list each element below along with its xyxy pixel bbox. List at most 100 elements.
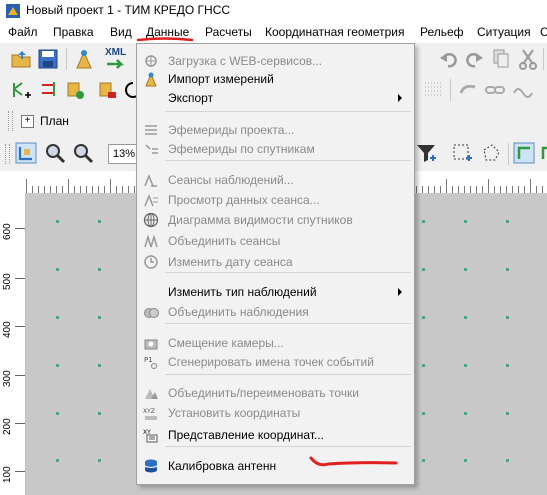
grid-point bbox=[56, 220, 59, 223]
grid-dots-icon[interactable] bbox=[422, 79, 444, 101]
grid-point bbox=[506, 364, 509, 367]
data-menu-item[interactable]: Сеансы наблюдений... bbox=[137, 170, 414, 190]
redo-icon[interactable] bbox=[463, 48, 485, 70]
ruler-tick bbox=[506, 186, 507, 193]
snap-corner-icon[interactable] bbox=[513, 142, 535, 164]
save-icon[interactable] bbox=[37, 48, 59, 70]
data-menu-item[interactable]: Диаграмма видимости спутников bbox=[137, 210, 414, 230]
copy-icon[interactable] bbox=[490, 48, 512, 70]
data-menu-item-label: Эфемериды проекта... bbox=[168, 123, 295, 137]
menu-file[interactable]: Файл bbox=[8, 25, 38, 39]
grid-point bbox=[56, 364, 59, 367]
ruler-tick bbox=[32, 186, 33, 193]
ruler-tick bbox=[50, 186, 51, 193]
menu-relief[interactable]: Рельеф bbox=[420, 25, 464, 39]
data-menu-item[interactable]: Объединить сеансы bbox=[137, 231, 414, 251]
ruler-left: 600 500 400 300 200 100 bbox=[0, 193, 26, 495]
ruler-tick bbox=[68, 179, 69, 193]
ruler-tick bbox=[104, 186, 105, 193]
ruler-label: 300 bbox=[2, 370, 13, 387]
data-menu-item[interactable]: Загрузка с WEB-сервисов... bbox=[137, 51, 414, 71]
gnss-import-icon[interactable] bbox=[73, 48, 95, 70]
data-menu-item[interactable]: Изменить дату сеанса bbox=[137, 252, 414, 272]
ruler-tick bbox=[518, 186, 519, 193]
ruler-tick bbox=[440, 186, 441, 193]
xml-export-button[interactable]: XML bbox=[104, 47, 132, 71]
camera-offset-icon bbox=[144, 339, 158, 350]
ruler-tick bbox=[15, 423, 25, 424]
data-menu-item[interactable]: Эфемериды проекта... bbox=[137, 120, 414, 140]
menu-separator bbox=[165, 111, 411, 112]
data-menu-item[interactable]: XYZ Установить координаты bbox=[137, 403, 414, 423]
menu-edit[interactable]: Правка bbox=[53, 25, 94, 39]
menu-separator bbox=[165, 160, 411, 161]
wave-icon[interactable] bbox=[512, 79, 534, 101]
menu-calculations[interactable]: Расчеты bbox=[205, 25, 252, 39]
ruler-label: 500 bbox=[2, 273, 13, 290]
data-menu-item-label: Смещение камеры... bbox=[168, 336, 284, 350]
web-services-icon bbox=[145, 55, 157, 67]
delete-point-icon[interactable] bbox=[96, 79, 118, 101]
select-rect-icon[interactable] bbox=[451, 142, 473, 164]
xml-label: XML bbox=[105, 47, 127, 58]
menu-situation[interactable]: Ситуация bbox=[477, 25, 531, 39]
ruler-tick bbox=[416, 186, 417, 193]
menu-more[interactable]: С bbox=[540, 25, 547, 39]
add-points-icon[interactable] bbox=[10, 79, 32, 101]
zoom-in-icon[interactable] bbox=[44, 142, 66, 164]
ruler-tick bbox=[38, 186, 39, 193]
hand-tool-icon[interactable] bbox=[457, 79, 479, 101]
ruler-tick bbox=[470, 186, 471, 193]
plan-tab[interactable]: + План bbox=[21, 111, 69, 131]
select-polygon-icon[interactable] bbox=[480, 142, 502, 164]
ruler-tick bbox=[15, 471, 25, 472]
ruler-tick bbox=[44, 186, 45, 193]
plan-tab-label: План bbox=[40, 114, 69, 128]
cut-icon[interactable] bbox=[517, 48, 539, 70]
snap-next-icon[interactable] bbox=[539, 142, 547, 164]
edit-line-icon[interactable] bbox=[38, 79, 60, 101]
data-menu-item[interactable]: Просмотр данных сеанса... bbox=[137, 190, 414, 210]
menu-coordinate-geometry[interactable]: Координатная геометрия bbox=[265, 25, 404, 39]
ruler-tick bbox=[542, 186, 543, 193]
ruler-tick bbox=[80, 186, 81, 193]
data-menu-item[interactable]: Импорт измерений bbox=[137, 69, 414, 89]
data-menu-item-label: Эфемериды по спутникам bbox=[168, 142, 315, 156]
chain-icon[interactable] bbox=[484, 79, 506, 101]
ruler-label: 600 bbox=[2, 223, 13, 240]
ruler-tick bbox=[428, 186, 429, 193]
data-menu-item[interactable]: Эфемериды по спутникам bbox=[137, 139, 414, 159]
menu-separator bbox=[165, 323, 411, 324]
grid-point bbox=[98, 412, 101, 415]
grid-point bbox=[56, 268, 59, 271]
ruler-tick bbox=[530, 179, 531, 193]
filter-icon[interactable] bbox=[415, 142, 437, 164]
data-menu-item[interactable]: Экспорт bbox=[137, 88, 414, 108]
sessions-icon bbox=[144, 173, 157, 187]
open-folder-icon[interactable] bbox=[10, 48, 32, 70]
grid-point bbox=[422, 220, 425, 223]
menu-view[interactable]: Вид bbox=[110, 25, 132, 39]
data-menu-item[interactable]: Смещение камеры... bbox=[137, 333, 414, 353]
grid-point bbox=[506, 412, 509, 415]
undo-icon[interactable] bbox=[438, 48, 460, 70]
expand-plus-icon[interactable]: + bbox=[21, 114, 34, 128]
insert-point-icon[interactable] bbox=[64, 79, 86, 101]
data-menu-item[interactable]: XY Представление координат... bbox=[137, 425, 414, 445]
data-menu-item-label: Установить координаты bbox=[168, 406, 301, 420]
data-menu-item-label: Сгенерировать имена точек событий bbox=[168, 355, 374, 369]
data-menu-item[interactable]: Изменить тип наблюдений bbox=[137, 282, 414, 302]
event-points-icon: P1 bbox=[144, 356, 157, 369]
data-menu-item[interactable]: Объединить/переименовать точки bbox=[137, 383, 414, 403]
data-menu-item[interactable]: Объединить наблюдения bbox=[137, 302, 414, 322]
data-menu-item-label: Импорт измерений bbox=[168, 72, 274, 86]
zoom-out-icon[interactable] bbox=[72, 142, 94, 164]
data-menu-item[interactable]: P1 Сгенерировать имена точек событий bbox=[137, 352, 414, 372]
grid-point bbox=[422, 268, 425, 271]
layers-icon[interactable] bbox=[15, 142, 37, 164]
ruler-tick bbox=[15, 278, 25, 279]
coordinates-view-icon: XY bbox=[143, 429, 158, 443]
ruler-tick bbox=[500, 186, 501, 193]
grid-point bbox=[464, 220, 467, 223]
grid-point bbox=[98, 459, 101, 462]
